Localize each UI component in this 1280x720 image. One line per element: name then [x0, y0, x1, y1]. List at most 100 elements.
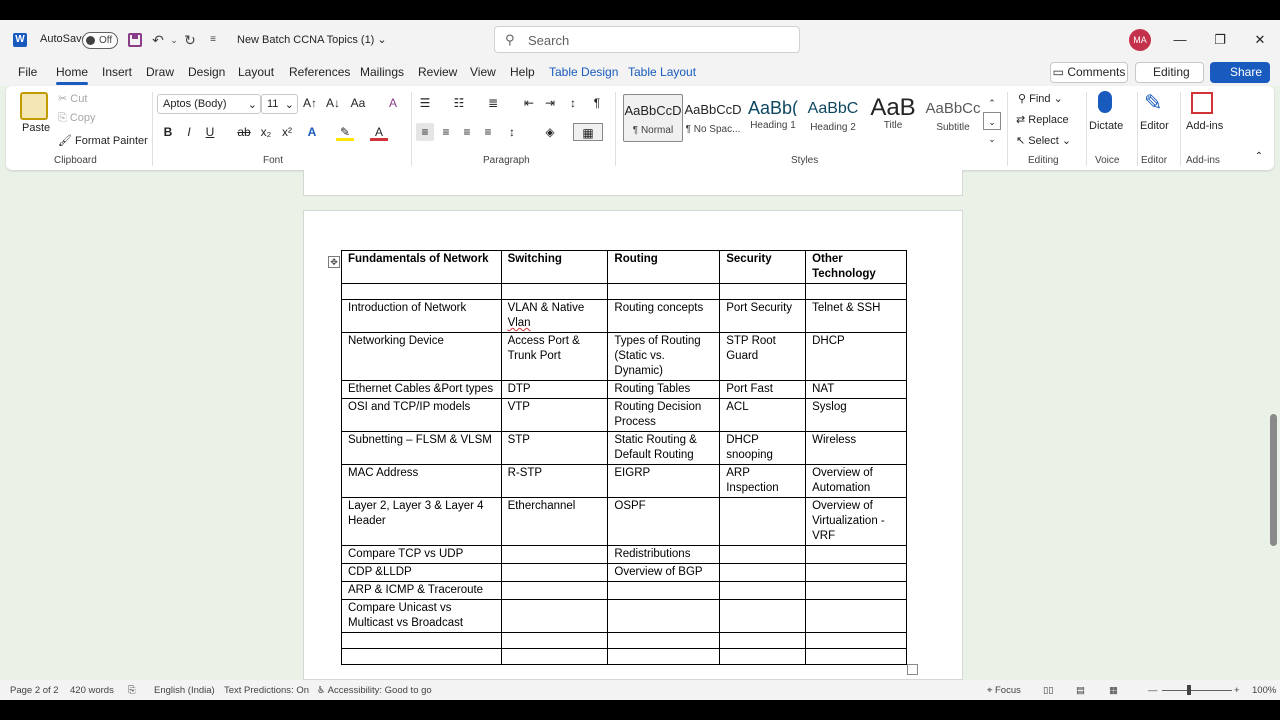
tab-table-design[interactable]: Table Design: [549, 65, 618, 79]
microphone-icon[interactable]: [1098, 91, 1112, 113]
table-cell[interactable]: [719, 545, 807, 564]
font-color-icon[interactable]: A: [370, 123, 388, 141]
table-cell[interactable]: ACL: [719, 398, 807, 432]
editing-mode-button[interactable]: Editing ⌄: [1135, 62, 1204, 98]
table-header[interactable]: Routing: [607, 250, 721, 284]
read-mode-icon[interactable]: ▯▯: [1043, 685, 1053, 696]
numbering-icon[interactable]: ☷: [450, 94, 468, 112]
save-icon[interactable]: [125, 30, 145, 50]
increase-indent-icon[interactable]: ⇥: [541, 94, 559, 112]
zoom-out-icon[interactable]: —: [1148, 685, 1158, 696]
table-move-handle-icon[interactable]: ✥: [328, 256, 340, 268]
text-predictions[interactable]: Text Predictions: On: [224, 685, 309, 696]
table-cell[interactable]: [607, 632, 721, 649]
tab-table-layout[interactable]: Table Layout: [628, 65, 696, 79]
table-cell[interactable]: [500, 563, 609, 582]
ccna-topics-table[interactable]: Fundamentals of Network Switching Routin…: [341, 250, 907, 665]
align-left-icon[interactable]: ≡: [416, 123, 434, 141]
table-cell[interactable]: Routing Tables: [607, 380, 721, 399]
highlight-icon[interactable]: ✎: [336, 123, 354, 141]
table-resize-handle[interactable]: [907, 664, 918, 675]
table-header[interactable]: Switching: [500, 250, 609, 284]
table-cell[interactable]: [607, 599, 721, 633]
table-cell[interactable]: [805, 599, 907, 633]
page-count[interactable]: Page 2 of 2: [10, 685, 59, 696]
table-cell[interactable]: [500, 581, 609, 600]
table-cell[interactable]: Types of Routing (Static vs. Dynamic): [607, 332, 721, 381]
table-cell[interactable]: OSI and TCP/IP models: [341, 398, 502, 432]
table-cell[interactable]: OSPF: [607, 497, 721, 546]
bold-icon[interactable]: B: [159, 123, 177, 141]
justify-icon[interactable]: ≡: [479, 123, 497, 141]
table-cell[interactable]: [607, 581, 721, 600]
table-cell[interactable]: Compare Unicast vs Multicast vs Broadcas…: [341, 599, 502, 633]
share-button[interactable]: Share ⌄: [1210, 62, 1270, 100]
addins-button[interactable]: Add-ins: [1186, 120, 1223, 132]
table-cell[interactable]: [500, 545, 609, 564]
styles-scroll-down-icon[interactable]: ⌄: [983, 112, 1001, 130]
font-size-select[interactable]: 11 ⌄: [261, 94, 298, 114]
table-cell[interactable]: Overview of Automation: [805, 464, 907, 498]
style-normal[interactable]: AaBbCcD ¶ Normal: [623, 94, 683, 142]
redo-icon[interactable]: ↻: [180, 30, 200, 50]
table-cell[interactable]: Port Fast: [719, 380, 807, 399]
font-name-select[interactable]: Aptos (Body) ⌄: [157, 94, 261, 114]
tab-design[interactable]: Design: [188, 65, 225, 79]
styles-scroll-up-icon[interactable]: ⌃: [983, 94, 1001, 112]
replace-button[interactable]: ⇄ Replace: [1016, 113, 1069, 126]
sort-icon[interactable]: ↕: [564, 94, 582, 112]
table-cell[interactable]: VTP: [500, 398, 609, 432]
scrollbar-thumb[interactable]: [1270, 414, 1277, 546]
table-cell[interactable]: DTP: [500, 380, 609, 399]
comments-button[interactable]: ▭ Comments: [1050, 62, 1128, 83]
show-formatting-icon[interactable]: ¶: [588, 94, 606, 112]
multilevel-list-icon[interactable]: ≣: [484, 94, 502, 112]
styles-expand-icon[interactable]: ⌄: [983, 130, 1001, 148]
select-button[interactable]: ↖ Select ⌄: [1016, 134, 1071, 147]
collapse-ribbon-icon[interactable]: ⌃: [1250, 148, 1268, 166]
addins-icon[interactable]: [1191, 92, 1213, 114]
table-cell[interactable]: STP: [500, 431, 609, 465]
tab-file[interactable]: File: [18, 65, 37, 79]
focus-button[interactable]: ⌖ Focus: [987, 685, 1021, 696]
tab-help[interactable]: Help: [510, 65, 535, 79]
table-cell[interactable]: Ethernet Cables &Port types: [341, 380, 502, 399]
tab-draw[interactable]: Draw: [146, 65, 174, 79]
table-cell[interactable]: Etherchannel: [500, 497, 609, 546]
dictate-button[interactable]: Dictate: [1089, 120, 1123, 132]
editor-pen-icon[interactable]: ✎: [1144, 90, 1162, 116]
table-cell[interactable]: EIGRP: [607, 464, 721, 498]
table-cell[interactable]: [805, 581, 907, 600]
align-right-icon[interactable]: ≡: [458, 123, 476, 141]
table-cell[interactable]: [719, 283, 807, 300]
table-cell[interactable]: [805, 648, 907, 665]
tab-layout[interactable]: Layout: [238, 65, 274, 79]
tab-view[interactable]: View: [470, 65, 496, 79]
table-cell[interactable]: Access Port & Trunk Port: [500, 332, 609, 381]
find-button[interactable]: ⚲ Find ⌄: [1018, 92, 1063, 105]
table-cell[interactable]: ARP Inspection: [719, 464, 807, 498]
tab-review[interactable]: Review: [418, 65, 457, 79]
table-cell[interactable]: [341, 648, 502, 665]
zoom-level[interactable]: 100%: [1252, 685, 1276, 696]
proofing-icon[interactable]: ⎘: [128, 685, 136, 696]
zoom-slider[interactable]: [1162, 690, 1232, 691]
table-header[interactable]: Security: [719, 250, 807, 284]
paste-icon[interactable]: [20, 92, 48, 120]
table-cell[interactable]: Routing Decision Process: [607, 398, 721, 432]
web-layout-icon[interactable]: ▦: [1109, 685, 1118, 696]
bullets-icon[interactable]: ☰: [416, 94, 434, 112]
table-header[interactable]: Other Technology: [805, 250, 907, 284]
table-cell[interactable]: [719, 648, 807, 665]
table-cell[interactable]: [341, 632, 502, 649]
table-cell[interactable]: Subnetting – FLSM & VLSM: [341, 431, 502, 465]
shading-icon[interactable]: ◈: [541, 123, 559, 141]
table-cell[interactable]: MAC Address: [341, 464, 502, 498]
grow-font-icon[interactable]: A↑: [301, 94, 319, 112]
table-cell[interactable]: Networking Device: [341, 332, 502, 381]
search-box[interactable]: ⚲ Search: [494, 26, 800, 53]
strikethrough-icon[interactable]: ab: [235, 123, 253, 141]
format-painter-button[interactable]: 🖌 Format Painter: [58, 134, 148, 147]
table-cell[interactable]: [500, 648, 609, 665]
table-cell[interactable]: [341, 283, 502, 300]
